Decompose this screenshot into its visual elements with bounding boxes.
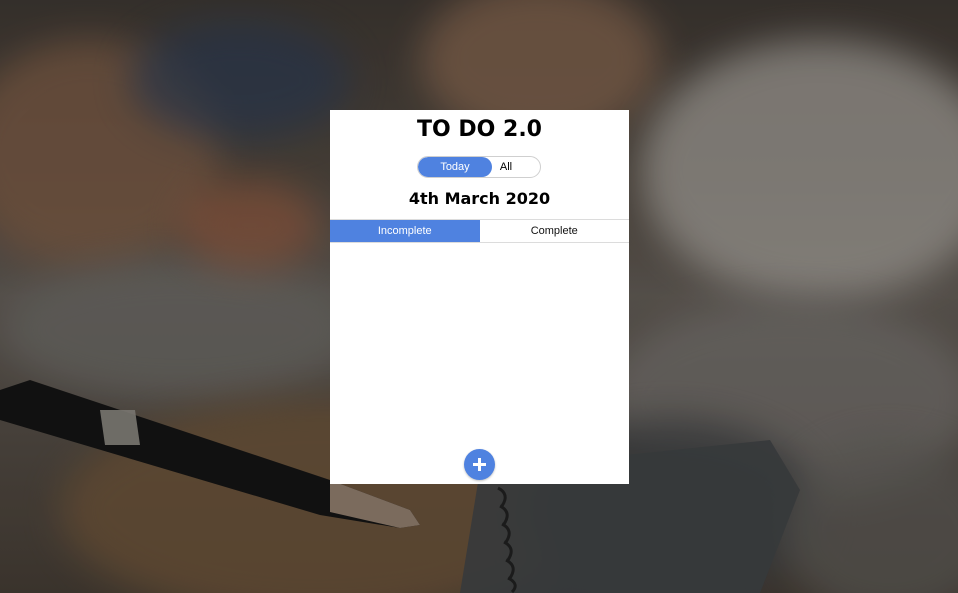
- background-photo: TO DO 2.0 Today All 4th March 2020 Incom…: [0, 0, 958, 593]
- tab-complete[interactable]: Complete: [479, 220, 629, 242]
- status-tabs: Incomplete Complete: [330, 219, 629, 243]
- toggle-today[interactable]: Today: [418, 157, 492, 177]
- date-heading: 4th March 2020: [408, 189, 551, 208]
- view-toggle: Today All: [417, 156, 541, 178]
- toggle-all[interactable]: All: [492, 157, 520, 177]
- add-task-button[interactable]: [464, 449, 495, 480]
- todo-card: TO DO 2.0 Today All 4th March 2020 Incom…: [330, 110, 629, 484]
- plus-icon: [473, 458, 486, 471]
- tab-incomplete[interactable]: Incomplete: [330, 220, 480, 242]
- task-list: [330, 243, 629, 443]
- app-title: TO DO 2.0: [417, 117, 542, 142]
